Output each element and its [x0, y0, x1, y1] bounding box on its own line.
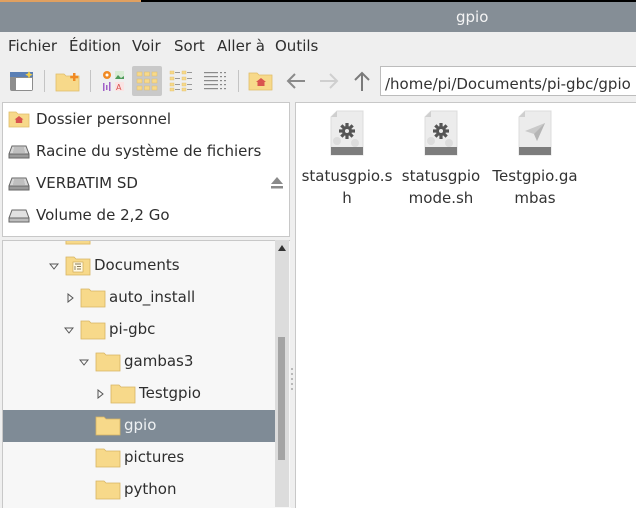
expanded-arrow-icon[interactable] — [49, 261, 59, 271]
tree-item-documents[interactable]: Documents — [3, 250, 276, 282]
arrow-left-icon — [286, 73, 305, 89]
detailed-list-view-icon — [204, 72, 226, 90]
place-label: Racine du système de fichiers — [36, 142, 262, 160]
collapsed-arrow-icon[interactable] — [95, 389, 105, 399]
place-label: Dossier personnel — [36, 110, 172, 128]
window-title: gpio — [456, 8, 489, 26]
detailed-list-view-button[interactable] — [200, 66, 230, 96]
toolbar-separator — [44, 70, 45, 92]
thumbnail-view-button[interactable]: A — [99, 66, 129, 96]
scroll-up-arrow-icon[interactable] — [278, 245, 286, 251]
place-label: VERBATIM SD — [36, 174, 138, 192]
documents-folder-icon — [65, 256, 91, 276]
drive-icon — [8, 145, 30, 159]
collapsed-arrow-icon[interactable] — [65, 293, 75, 303]
pane-grip-handle[interactable] — [291, 368, 293, 392]
place-root[interactable]: Racine du système de fichiers — [6, 137, 286, 165]
tree-item-auto-install[interactable]: auto_install — [3, 282, 276, 314]
place-volume[interactable]: Volume de 2,2 Go — [6, 201, 286, 229]
tree-item-pictures[interactable]: pictures — [3, 442, 276, 474]
tree-item-label: python — [124, 480, 177, 498]
tree-item-label: gpio — [124, 416, 157, 434]
folder-icon — [65, 241, 91, 245]
file-item-statusgpiomode-sh[interactable]: statusgpio mode.sh — [395, 109, 487, 209]
up-button[interactable] — [347, 66, 377, 96]
menu-aller-a[interactable]: Aller à — [217, 37, 265, 55]
tree-item-label: pi-gbc — [109, 320, 156, 338]
place-home[interactable]: Dossier personnel — [6, 105, 286, 133]
toolbar-separator — [90, 70, 91, 92]
tree-item-python[interactable]: python — [3, 474, 276, 506]
tree-item-label: Documents — [94, 256, 180, 274]
drive-icon — [8, 177, 30, 191]
directory-tree: Documents auto_install pi-gbc gambas3 Te… — [2, 240, 291, 508]
folder-icon — [80, 288, 106, 308]
tree-item-label: pictures — [124, 448, 185, 466]
new-window-icon — [10, 71, 33, 91]
tree-item-label: auto_install — [109, 288, 196, 306]
path-input[interactable] — [380, 66, 636, 96]
menu-fichier[interactable]: Fichier — [8, 37, 57, 55]
home-folder-icon — [8, 111, 30, 128]
tree-item-testgpio[interactable]: Testgpio — [3, 378, 276, 410]
icon-view-button[interactable] — [132, 66, 162, 96]
place-label: Volume de 2,2 Go — [36, 206, 170, 224]
drive-icon — [8, 209, 30, 223]
tree-item-pi-gbc[interactable]: pi-gbc — [3, 314, 276, 346]
menu-voir[interactable]: Voir — [132, 37, 161, 55]
compact-view-icon — [169, 70, 192, 92]
menu-bar: Fichier Édition Voir Sort Aller à Outils — [0, 32, 636, 60]
script-file-icon — [424, 110, 458, 156]
file-name: statusgpio mode.sh — [401, 167, 481, 207]
home-button[interactable] — [246, 66, 276, 96]
menu-edition[interactable]: Édition — [69, 37, 121, 55]
new-window-button[interactable] — [7, 66, 37, 96]
back-button[interactable] — [281, 66, 311, 96]
file-name: Testgpio.ga mbas — [492, 167, 578, 207]
arrow-up-icon — [354, 71, 370, 91]
menu-sort[interactable]: Sort — [174, 37, 205, 55]
script-file-icon — [330, 110, 364, 156]
scrollbar-thumb[interactable] — [278, 337, 285, 460]
expanded-arrow-icon[interactable] — [64, 325, 74, 335]
icon-view-icon — [136, 71, 158, 91]
gambas-file-icon — [518, 110, 552, 156]
tree-item-gambas3[interactable]: gambas3 — [3, 346, 276, 378]
menu-outils[interactable]: Outils — [275, 37, 318, 55]
new-folder-icon — [55, 73, 80, 92]
toolbar-separator — [238, 70, 239, 92]
tree-item-gpio[interactable]: gpio — [3, 410, 276, 442]
file-item-statusgpio-sh[interactable]: statusgpio.s h — [301, 109, 393, 209]
arrow-right-icon — [320, 73, 339, 89]
expanded-arrow-icon[interactable] — [79, 357, 89, 367]
thumbnail-view-icon: A — [103, 71, 124, 92]
file-item-testgpio-gambas[interactable]: Testgpio.ga mbas — [489, 109, 581, 209]
places-panel: Dossier personnel Racine du système de f… — [2, 102, 290, 237]
file-view: statusgpio.s h statusgpio mode.sh Testgp… — [295, 102, 636, 508]
new-folder-button[interactable] — [53, 66, 83, 96]
eject-icon[interactable] — [270, 176, 284, 190]
tree-scrollbar[interactable] — [275, 240, 289, 507]
folder-icon — [95, 352, 121, 372]
place-verbatim-sd[interactable]: VERBATIM SD — [6, 169, 286, 197]
svg-text:A: A — [116, 83, 122, 92]
forward-button[interactable] — [314, 66, 344, 96]
compact-view-button[interactable] — [166, 66, 196, 96]
folder-icon — [95, 448, 121, 468]
folder-icon — [95, 480, 121, 500]
title-bar[interactable]: gpio — [0, 2, 636, 32]
folder-icon — [80, 320, 106, 340]
tree-item-label: Testgpio — [139, 384, 201, 402]
home-folder-icon — [248, 72, 273, 91]
folder-icon — [110, 384, 136, 404]
file-name: statusgpio.s h — [301, 167, 393, 207]
folder-icon — [95, 416, 121, 436]
tree-item-label: gambas3 — [124, 352, 194, 370]
